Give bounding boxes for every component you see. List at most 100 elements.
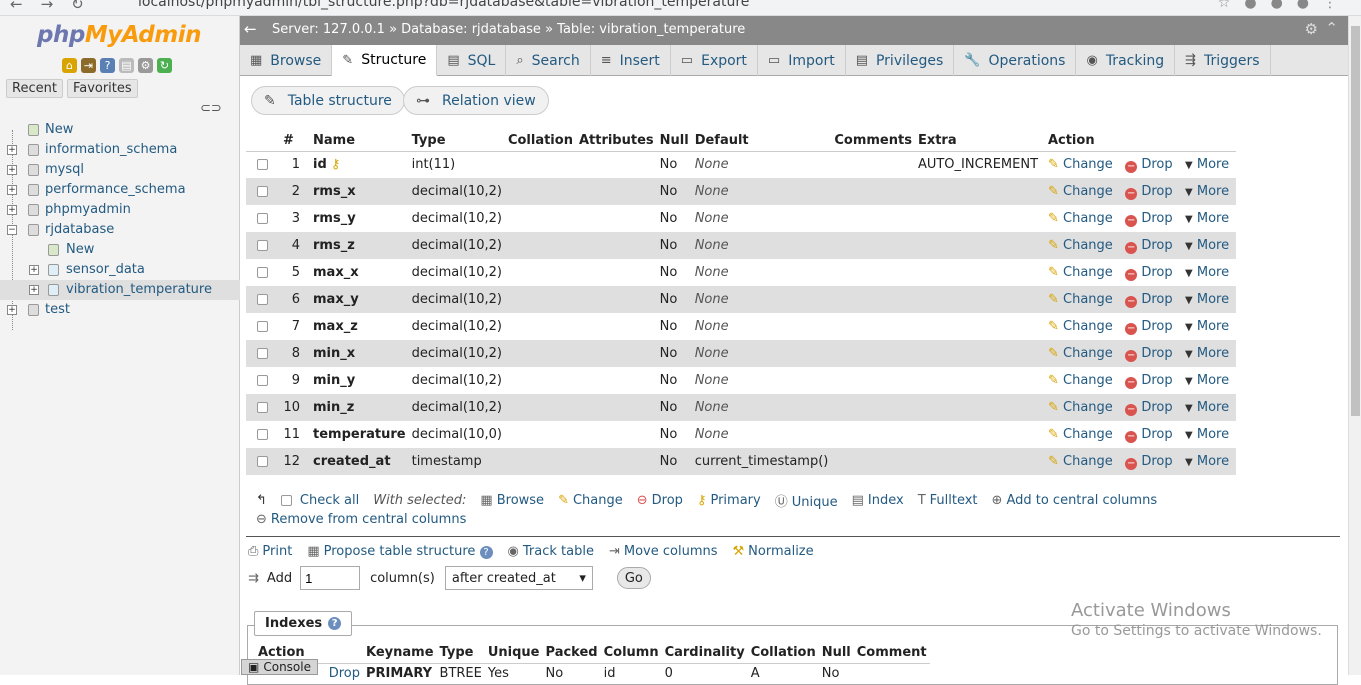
change-button[interactable]: ✎ Change xyxy=(1048,400,1113,415)
row-checkbox[interactable] xyxy=(257,267,268,278)
drop-button[interactable]: − Drop xyxy=(1125,238,1173,254)
tree-item-information-schema[interactable]: + information_schema xyxy=(0,140,240,160)
tab-operations[interactable]: 🔧 Operations xyxy=(954,45,1077,76)
more-dropdown[interactable]: ▼ More xyxy=(1185,292,1229,307)
add-columns-count-input[interactable] xyxy=(300,566,361,590)
column-name[interactable]: rms_y xyxy=(310,205,409,232)
breadcrumb-database[interactable]: Database: rjdatabase xyxy=(401,22,541,37)
print-link[interactable]: ⎙ Print xyxy=(248,544,292,559)
tab-import[interactable]: ▭ Import xyxy=(758,45,846,76)
tab-privileges[interactable]: ▤ Privileges xyxy=(846,45,955,76)
phpmyadmin-logo[interactable]: phpMyAdmin xyxy=(37,22,201,48)
drop-button[interactable]: − Drop xyxy=(1125,292,1173,308)
tab-browse[interactable]: ▦ Browse xyxy=(240,45,333,76)
add-go-button[interactable]: Go xyxy=(616,567,651,589)
row-checkbox[interactable] xyxy=(257,321,268,332)
help-icon[interactable]: ? xyxy=(328,617,342,630)
bulk-fulltext-button[interactable]: T Fulltext xyxy=(918,493,978,508)
column-name[interactable]: rms_z xyxy=(310,232,409,259)
more-dropdown[interactable]: ▼ More xyxy=(1185,184,1229,199)
tab-triggers[interactable]: ⇶ Triggers xyxy=(1175,45,1271,76)
breadcrumb-table[interactable]: Table: vibration_temperature xyxy=(557,22,745,37)
column-name[interactable]: min_y xyxy=(310,367,409,394)
change-button[interactable]: ✎ Change xyxy=(1048,373,1113,388)
tab-export[interactable]: ▭ Export xyxy=(671,45,758,76)
row-checkbox[interactable] xyxy=(257,186,268,197)
recent-tab[interactable]: Recent xyxy=(6,79,63,98)
more-dropdown[interactable]: ▼ More xyxy=(1185,238,1229,253)
change-button[interactable]: ✎ Change xyxy=(1048,157,1113,172)
tree-item-sensor-data[interactable]: + sensor_data xyxy=(0,260,240,280)
docs-icon[interactable]: ▤ xyxy=(119,58,134,73)
bulk-remove-central-button[interactable]: ⊖ Remove from central columns xyxy=(256,512,466,527)
move-columns-link[interactable]: ⇥ Move columns xyxy=(609,544,718,559)
change-button[interactable]: ✎ Change xyxy=(1048,265,1113,280)
row-checkbox[interactable] xyxy=(257,240,268,251)
column-name[interactable]: min_x xyxy=(310,340,409,367)
settings-gear-icon[interactable]: ⚙ xyxy=(1305,20,1318,38)
row-checkbox[interactable] xyxy=(257,213,268,224)
propose-structure-link[interactable]: ▦ Propose table structure ? xyxy=(307,544,493,559)
collapse-nav-arrow-icon[interactable]: ← xyxy=(244,20,257,38)
more-dropdown[interactable]: ▼ More xyxy=(1185,427,1229,442)
change-button[interactable]: ✎ Change xyxy=(1048,238,1113,253)
more-dropdown[interactable]: ▼ More xyxy=(1185,265,1229,280)
tree-item-phpmyadmin[interactable]: + phpmyadmin xyxy=(0,200,240,220)
breadcrumb-server[interactable]: Server: 127.0.0.1 xyxy=(272,22,385,37)
track-table-link[interactable]: ◉ Track table xyxy=(508,544,594,559)
browser-nav-icons[interactable]: ←→↻ xyxy=(10,0,102,13)
bulk-index-button[interactable]: ▤ Index xyxy=(852,493,904,508)
tab-sql[interactable]: ▤ SQL xyxy=(437,45,507,76)
console-toggle[interactable]: ▣ Console xyxy=(241,659,318,675)
drop-button[interactable]: − Drop xyxy=(1125,400,1173,416)
drop-button[interactable]: − Drop xyxy=(1125,346,1173,362)
row-checkbox[interactable] xyxy=(257,375,268,386)
row-checkbox[interactable] xyxy=(257,429,268,440)
normalize-link[interactable]: ⚒ Normalize xyxy=(733,544,814,559)
logout-icon[interactable]: ⇥ xyxy=(81,58,96,73)
drop-button[interactable]: − Drop xyxy=(1125,265,1173,281)
row-checkbox[interactable] xyxy=(257,348,268,359)
subtab-table-structure[interactable]: ✎ Table structure xyxy=(251,86,405,115)
tab-search[interactable]: ⌕ Search xyxy=(506,45,591,76)
row-checkbox[interactable] xyxy=(257,402,268,413)
column-name[interactable]: temperature xyxy=(310,421,409,448)
tree-item-test[interactable]: + test xyxy=(0,300,240,320)
home-icon[interactable]: ⌂ xyxy=(62,58,77,73)
row-checkbox[interactable] xyxy=(257,456,268,467)
reload-icon[interactable]: ↻ xyxy=(157,58,172,73)
bulk-primary-button[interactable]: ⚷ Primary xyxy=(697,493,761,508)
change-button[interactable]: ✎ Change xyxy=(1048,184,1113,199)
column-name[interactable]: rms_x xyxy=(310,178,409,205)
tab-tracking[interactable]: ◉ Tracking xyxy=(1076,45,1176,76)
change-button[interactable]: ✎ Change xyxy=(1048,319,1113,334)
subtab-relation-view[interactable]: ⊶ Relation view xyxy=(403,86,549,115)
col-header-number[interactable]: # xyxy=(280,131,310,152)
more-dropdown[interactable]: ▼ More xyxy=(1185,400,1229,415)
more-dropdown[interactable]: ▼ More xyxy=(1185,211,1229,226)
check-all[interactable]: Check all xyxy=(280,493,359,508)
row-checkbox[interactable] xyxy=(257,159,268,171)
tree-item-rjdatabase[interactable]: − rjdatabase xyxy=(0,220,240,240)
drop-button[interactable]: − Drop xyxy=(1125,184,1173,200)
drop-button[interactable]: − Drop xyxy=(1125,319,1173,335)
tree-item-rjdatabase-new[interactable]: New xyxy=(0,240,240,260)
change-button[interactable]: ✎ Change xyxy=(1048,346,1113,361)
more-dropdown[interactable]: ▼ More xyxy=(1185,346,1229,361)
tab-insert[interactable]: ≡ Insert xyxy=(591,45,671,76)
more-dropdown[interactable]: ▼ More xyxy=(1185,157,1229,172)
drop-button[interactable]: − Drop xyxy=(1125,454,1173,470)
help-icon[interactable]: ? xyxy=(479,546,493,559)
drop-button[interactable]: − Drop xyxy=(1125,211,1173,227)
more-dropdown[interactable]: ▼ More xyxy=(1185,454,1229,469)
link-with-main-icon[interactable]: ⊂⊃ xyxy=(200,101,222,116)
tree-item-new[interactable]: New xyxy=(0,120,240,140)
settings-icon[interactable]: ⚙ xyxy=(138,58,153,73)
tree-item-performance-schema[interactable]: + performance_schema xyxy=(0,180,240,200)
bulk-add-central-button[interactable]: ⊕ Add to central columns xyxy=(992,493,1158,508)
address-bar[interactable]: localhost/phpmyadmin/tbl_structure.php?d… xyxy=(138,0,749,10)
tab-structure[interactable]: ✎ Structure xyxy=(332,45,438,76)
help-icon[interactable]: ? xyxy=(100,58,115,73)
bulk-browse-button[interactable]: ▦ Browse xyxy=(480,493,544,508)
drop-button[interactable]: − Drop xyxy=(1125,427,1173,443)
